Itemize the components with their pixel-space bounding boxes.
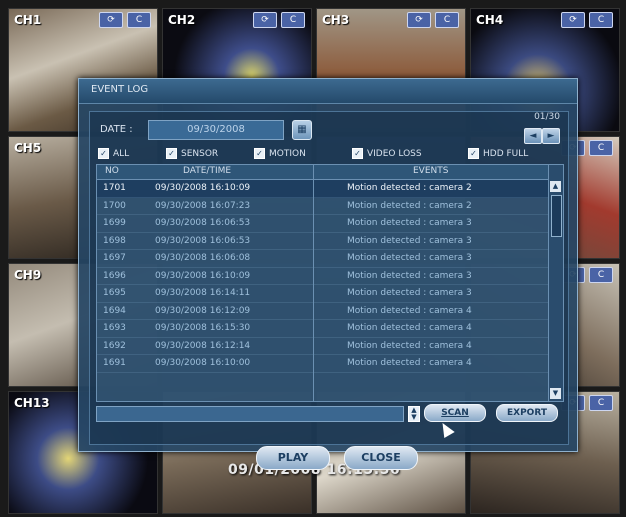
channel-label: CH1 — [14, 13, 42, 27]
date-label: DATE : — [100, 124, 133, 135]
export-button[interactable]: EXPORT — [496, 404, 558, 422]
spinner-icon[interactable]: ▲ ▼ — [408, 406, 420, 422]
filter-hdd-full[interactable]: ✓ HDD FULL — [468, 148, 528, 159]
scroll-thumb[interactable] — [551, 195, 562, 237]
checkbox-icon[interactable]: ✓ — [254, 148, 265, 159]
scan-button[interactable]: SCAN — [424, 404, 486, 422]
dialog-title: EVENT LOG — [91, 84, 149, 95]
dialog-body: DATE : 09/30/2008 ▦ 01/30 ◄ ► ✓ ALL ✓ SENS… — [89, 111, 569, 470]
table-row[interactable]: 1691 09/30/2008 16:10:00 Motion detected :… — [97, 355, 549, 373]
table-row[interactable]: 1693 09/30/2008 16:15:30 Motion detected :… — [97, 320, 549, 338]
scroll-up-icon[interactable]: ▲ — [550, 181, 561, 192]
checkbox-icon[interactable]: ✓ — [98, 148, 109, 159]
event-log-dialog: EVENT LOG DATE : 09/30/2008 ▦ 01/30 ◄ ► … — [78, 78, 578, 470]
table-header: NO DATE/TIME EVENTS — [97, 165, 549, 180]
table-row[interactable]: 1699 09/30/2008 16:06:53 Motion detected :… — [97, 215, 549, 233]
table-row[interactable]: 1698 09/30/2008 16:06:53 Motion detected :… — [97, 233, 549, 250]
table-row[interactable]: 1696 09/30/2008 16:10:09 Motion detected :… — [97, 268, 549, 285]
column-divider — [313, 165, 314, 401]
filter-all[interactable]: ✓ ALL — [98, 148, 129, 159]
table-row[interactable]: 1694 09/30/2008 16:12:09 Motion detected :… — [97, 303, 549, 320]
table-row[interactable]: 1697 09/30/2008 16:06:08 Motion detected :… — [97, 250, 549, 268]
c-icon[interactable]: C — [589, 12, 613, 28]
checkbox-icon[interactable]: ✓ — [166, 148, 177, 159]
page-indicator: 01/30 — [534, 112, 560, 122]
c-icon[interactable]: C — [127, 12, 151, 28]
table-row[interactable]: 1692 09/30/2008 16:12:14 Motion detected :… — [97, 338, 549, 355]
table-row[interactable]: 1700 09/30/2008 16:07:23 Motion detected :… — [97, 198, 549, 215]
prev-page-icon[interactable]: ◄ — [524, 128, 542, 144]
channel-label: CH13 — [14, 395, 50, 410]
rotate-icon[interactable]: ⟳ — [407, 12, 431, 28]
c-icon[interactable]: C — [281, 12, 305, 28]
table-rows: 1701 09/30/2008 16:10:09 Motion detected :… — [97, 180, 549, 401]
rotate-icon[interactable]: ⟳ — [99, 12, 123, 28]
checkbox-icon[interactable]: ✓ — [352, 148, 363, 159]
horizontal-scrollbar[interactable] — [96, 406, 404, 422]
filter-sensor[interactable]: ✓ SENSOR — [166, 148, 218, 159]
play-button[interactable]: PLAY — [256, 446, 330, 470]
table-row[interactable]: 1701 09/30/2008 16:10:09 Motion detected :… — [97, 180, 549, 198]
column-datetime: DATE/TIME — [183, 166, 232, 176]
scroll-down-icon[interactable]: ▼ — [550, 388, 561, 399]
rotate-icon[interactable]: ⟳ — [561, 12, 585, 28]
date-field[interactable]: 09/30/2008 — [148, 120, 284, 140]
next-page-icon[interactable]: ► — [542, 128, 560, 144]
c-icon[interactable]: C — [435, 12, 459, 28]
event-table: NO DATE/TIME EVENTS 1701 09/30/2008 16:10… — [96, 164, 564, 402]
filter-motion[interactable]: ✓ MOTION — [254, 148, 306, 159]
channel-label: CH5 — [14, 140, 42, 155]
c-icon[interactable]: C — [589, 394, 613, 411]
c-icon[interactable]: C — [589, 267, 613, 283]
dialog-titlebar: EVENT LOG — [79, 79, 577, 104]
channel-label: CH3 — [322, 13, 350, 27]
c-icon[interactable]: C — [589, 139, 613, 156]
checkbox-icon[interactable]: ✓ — [468, 148, 479, 159]
calendar-icon[interactable]: ▦ — [292, 120, 312, 140]
channel-label: CH9 — [14, 268, 42, 282]
column-events: EVENTS — [413, 166, 449, 176]
close-button[interactable]: CLOSE — [344, 446, 418, 470]
channel-label: CH4 — [476, 13, 504, 27]
rotate-icon[interactable]: ⟳ — [253, 12, 277, 28]
filter-video-loss[interactable]: ✓ VIDEO LOSS — [352, 148, 422, 159]
column-no: NO — [105, 166, 119, 176]
table-row[interactable]: 1695 09/30/2008 16:14:11 Motion detected :… — [97, 285, 549, 303]
table-scrollbar[interactable]: ▲ ▼ — [548, 165, 563, 401]
channel-label: CH2 — [168, 13, 196, 27]
